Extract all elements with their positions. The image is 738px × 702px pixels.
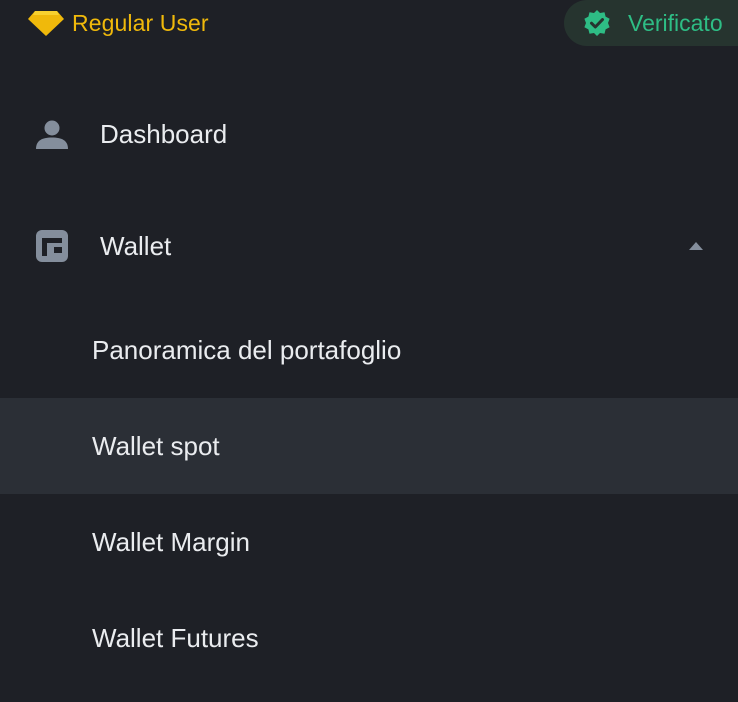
submenu-item-wallet-spot[interactable]: Wallet spot [0, 398, 738, 494]
submenu-item-label: Wallet Futures [92, 623, 259, 653]
submenu-item-label: Panoramica del portafoglio [92, 335, 402, 365]
sidebar-menu: Regular User Verificato Dashboard Wallet… [0, 0, 738, 702]
sidebar-item-wallet[interactable]: Wallet [0, 220, 738, 274]
submenu-item-wallet-margin[interactable]: Wallet Margin [0, 494, 738, 590]
submenu-item-wallet-futures[interactable]: Wallet Futures [0, 590, 738, 686]
diamond-icon [28, 10, 64, 36]
verification-status: Verificato [628, 9, 723, 36]
sidebar-item-label: Dashboard [100, 119, 228, 149]
sidebar-item-dashboard[interactable]: Dashboard [0, 108, 738, 162]
verification-badge[interactable]: Verificato [564, 0, 738, 46]
sidebar-item-label: Wallet [100, 231, 172, 261]
verified-check-icon [584, 10, 610, 36]
user-tier-link[interactable]: Regular User [28, 6, 209, 40]
submenu-item-label: Wallet Margin [92, 527, 250, 557]
user-icon [36, 119, 68, 151]
submenu-item-label: Wallet spot [92, 431, 220, 461]
wallet-icon [36, 230, 68, 262]
account-header: Regular User Verificato [0, 0, 738, 46]
user-tier-label: Regular User [72, 9, 209, 36]
caret-up-icon[interactable] [688, 238, 704, 254]
submenu-item-wallet-overview[interactable]: Panoramica del portafoglio [0, 302, 738, 398]
